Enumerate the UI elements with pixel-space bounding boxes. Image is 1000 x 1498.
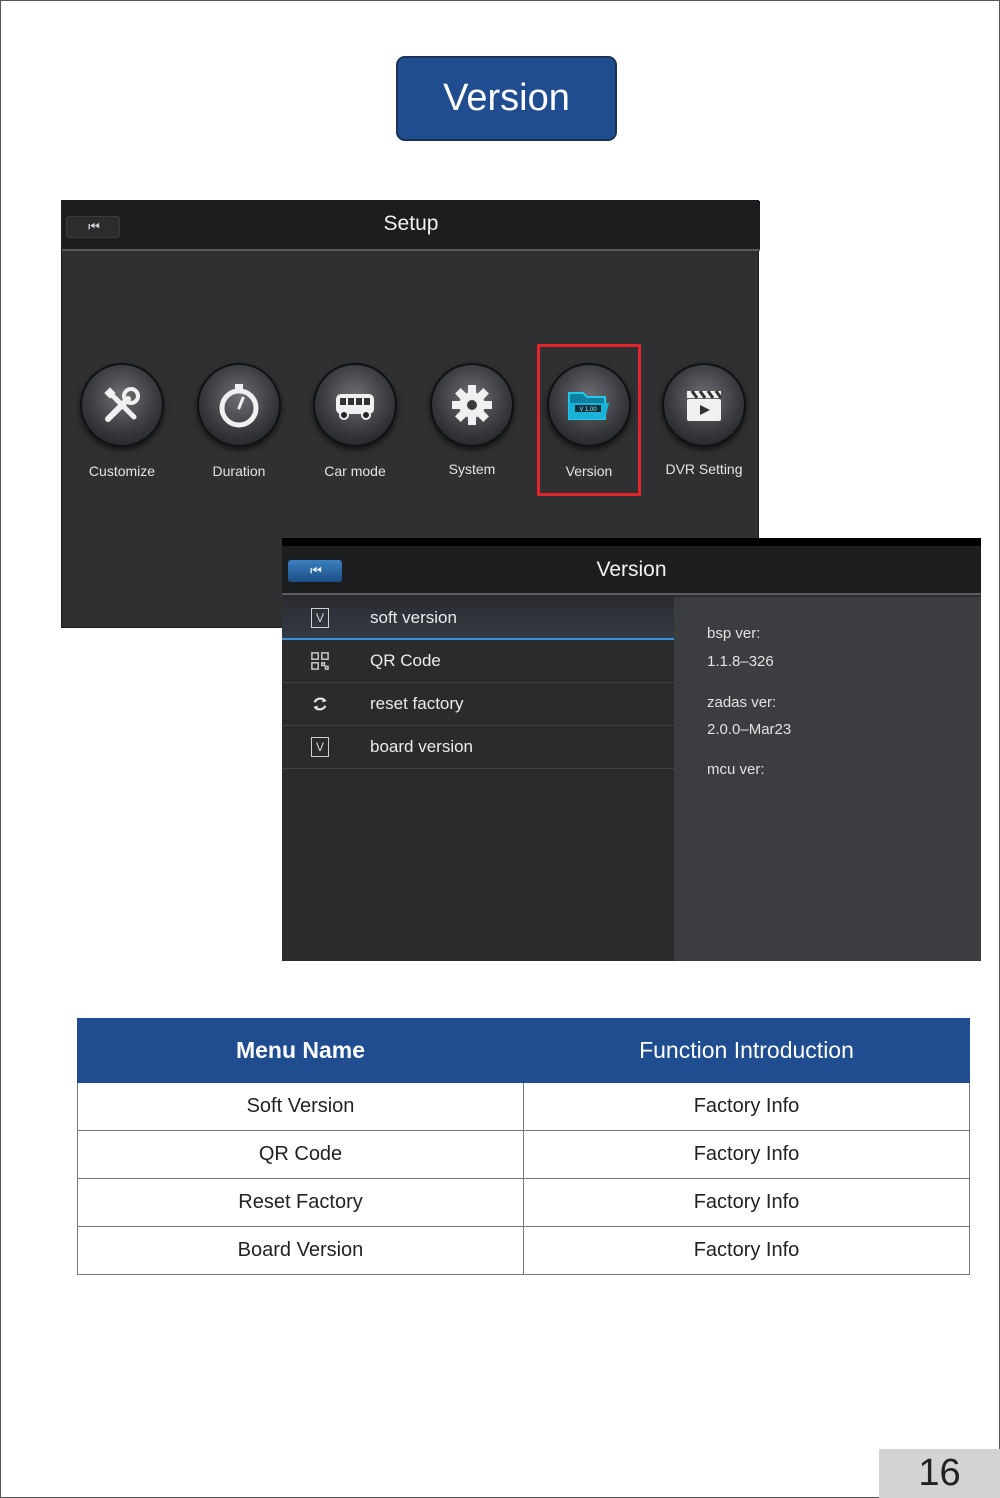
- version-header: ⏮ Version: [282, 546, 981, 595]
- page-number: 16: [879, 1449, 1000, 1498]
- section-title: Version: [396, 56, 617, 141]
- table-cell: Reset Factory: [77, 1178, 524, 1227]
- menu-item-reset-factory[interactable]: reset factory: [282, 683, 674, 726]
- function-table: Menu Name Function Introduction Soft Ver…: [77, 1018, 970, 1275]
- car-mode-item[interactable]: Car mode: [300, 363, 410, 479]
- table-cell: Soft Version: [77, 1082, 524, 1131]
- bsp-value: 1.1.8–326: [707, 653, 774, 670]
- zadas-value: 2.0.0–Mar23: [707, 721, 792, 738]
- qr-icon: [311, 651, 329, 671]
- menu-item-qr-code[interactable]: QR Code: [282, 640, 674, 683]
- refresh-icon: [311, 694, 329, 714]
- mcu-label: mcu ver:: [707, 761, 765, 778]
- column-header-menu-name: Menu Name: [77, 1018, 524, 1083]
- table-row: Soft Version Factory Info: [77, 1082, 970, 1131]
- table-cell: Factory Info: [523, 1178, 970, 1227]
- selection-highlight: [537, 344, 641, 496]
- menu-label: reset factory: [370, 694, 464, 713]
- customize-item[interactable]: Customize: [67, 363, 177, 479]
- menu-item-board-version[interactable]: V board version: [282, 726, 674, 769]
- stopwatch-icon: [197, 363, 281, 447]
- table-cell: QR Code: [77, 1130, 524, 1179]
- bus-icon: [313, 363, 397, 447]
- version-menu: V soft version QR Code reset factory V b…: [282, 597, 674, 769]
- version-icon: V: [311, 608, 329, 628]
- table-row: QR Code Factory Info: [77, 1130, 970, 1179]
- table-cell: Factory Info: [523, 1130, 970, 1179]
- bsp-label: bsp ver:: [707, 625, 761, 642]
- version-info-panel: bsp ver: 1.1.8–326 zadas ver: 2.0.0–Mar2…: [674, 597, 981, 961]
- table-cell: Factory Info: [523, 1082, 970, 1131]
- clapperboard-icon: [662, 363, 746, 447]
- icon-label: Duration: [212, 463, 266, 479]
- system-item[interactable]: System: [417, 363, 527, 477]
- gear-icon: [430, 363, 514, 447]
- setup-title: Setup: [383, 212, 439, 235]
- version-title: Version: [596, 558, 667, 581]
- table-cell: Factory Info: [523, 1226, 970, 1275]
- table-row: Board Version Factory Info: [77, 1226, 970, 1275]
- column-header-function: Function Introduction: [523, 1018, 970, 1083]
- menu-item-soft-version[interactable]: V soft version: [282, 597, 674, 640]
- zadas-label: zadas ver:: [707, 694, 777, 711]
- icon-label: DVR Setting: [665, 461, 743, 477]
- dvr-setting-item[interactable]: DVR Setting: [649, 363, 759, 477]
- setup-header: ⏮ Setup: [62, 201, 760, 251]
- icon-label: Car mode: [324, 463, 386, 479]
- icon-label: System: [448, 461, 496, 477]
- table-cell: Board Version: [77, 1226, 524, 1275]
- menu-label: QR Code: [370, 651, 441, 670]
- version-screen: ⏮ Version V soft version QR Code reset f…: [282, 538, 981, 961]
- tools-icon: [80, 363, 164, 447]
- icon-label: Customize: [88, 463, 156, 479]
- table-header-row: Menu Name Function Introduction: [77, 1018, 970, 1083]
- table-row: Reset Factory Factory Info: [77, 1178, 970, 1227]
- menu-label: soft version: [370, 608, 457, 627]
- duration-item[interactable]: Duration: [184, 363, 294, 479]
- menu-label: board version: [370, 737, 474, 756]
- version-icon: V: [311, 737, 329, 757]
